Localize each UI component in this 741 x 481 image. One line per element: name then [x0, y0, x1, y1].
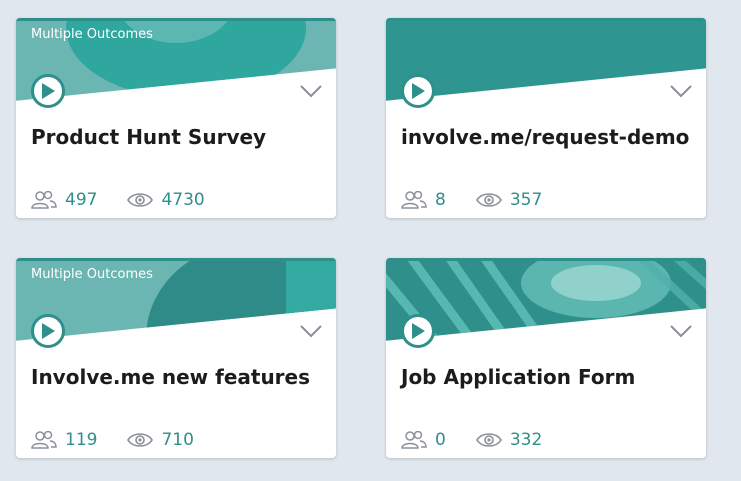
- play-icon: [412, 323, 425, 339]
- project-stats: 8 357: [401, 188, 542, 212]
- project-title[interactable]: involve.me/request-demo: [401, 125, 689, 149]
- play-icon: [412, 83, 425, 99]
- project-stats: 497 4730: [31, 188, 205, 212]
- project-title[interactable]: Job Application Form: [401, 365, 635, 389]
- views-count: 332: [509, 430, 543, 450]
- participants-icon: [401, 191, 427, 209]
- play-button[interactable]: [401, 74, 435, 108]
- project-card[interactable]: Job Application Form 0 332: [386, 258, 706, 458]
- views-count: 357: [509, 190, 543, 210]
- views-count: 4730: [161, 190, 205, 210]
- play-button[interactable]: [401, 314, 435, 348]
- participants-count: 0: [435, 430, 446, 450]
- project-grid: Multiple Outcomes Product Hunt Survey 49…: [0, 0, 741, 481]
- multiple-outcomes-label: Multiple Outcomes: [31, 27, 153, 42]
- views-stat: 4730: [127, 190, 205, 210]
- play-button[interactable]: [31, 74, 65, 108]
- participants-stat: 8: [401, 190, 446, 210]
- participants-count: 497: [65, 190, 98, 210]
- participants-stat: 0: [401, 430, 446, 450]
- project-card[interactable]: Multiple Outcomes Product Hunt Survey 49…: [16, 18, 336, 218]
- play-icon: [42, 83, 55, 99]
- participants-count: 119: [65, 430, 98, 450]
- chevron-down-icon[interactable]: [300, 324, 322, 338]
- views-stat: 710: [127, 430, 194, 450]
- chevron-down-icon[interactable]: [670, 84, 692, 98]
- participants-stat: 497: [31, 190, 97, 210]
- views-stat: 332: [475, 430, 543, 450]
- eye-icon: [475, 433, 502, 447]
- views-stat: 357: [475, 190, 543, 210]
- chevron-down-icon[interactable]: [300, 84, 322, 98]
- project-title[interactable]: Involve.me new features: [31, 365, 310, 389]
- project-card[interactable]: involve.me/request-demo 8 357: [386, 18, 706, 218]
- participants-count: 8: [435, 190, 446, 210]
- project-title[interactable]: Product Hunt Survey: [31, 125, 266, 149]
- play-icon: [42, 323, 55, 339]
- eye-icon: [127, 193, 154, 207]
- chevron-down-icon[interactable]: [670, 324, 692, 338]
- eye-icon: [475, 193, 502, 207]
- participants-icon: [31, 191, 57, 209]
- participants-icon: [401, 431, 427, 449]
- participants-icon: [31, 431, 57, 449]
- play-button[interactable]: [31, 314, 65, 348]
- eye-icon: [127, 433, 154, 447]
- participants-stat: 119: [31, 430, 97, 450]
- project-stats: 119 710: [31, 428, 194, 452]
- multiple-outcomes-label: Multiple Outcomes: [31, 267, 153, 282]
- project-stats: 0 332: [401, 428, 542, 452]
- views-count: 710: [161, 430, 194, 450]
- project-card[interactable]: Multiple Outcomes Involve.me new feature…: [16, 258, 336, 458]
